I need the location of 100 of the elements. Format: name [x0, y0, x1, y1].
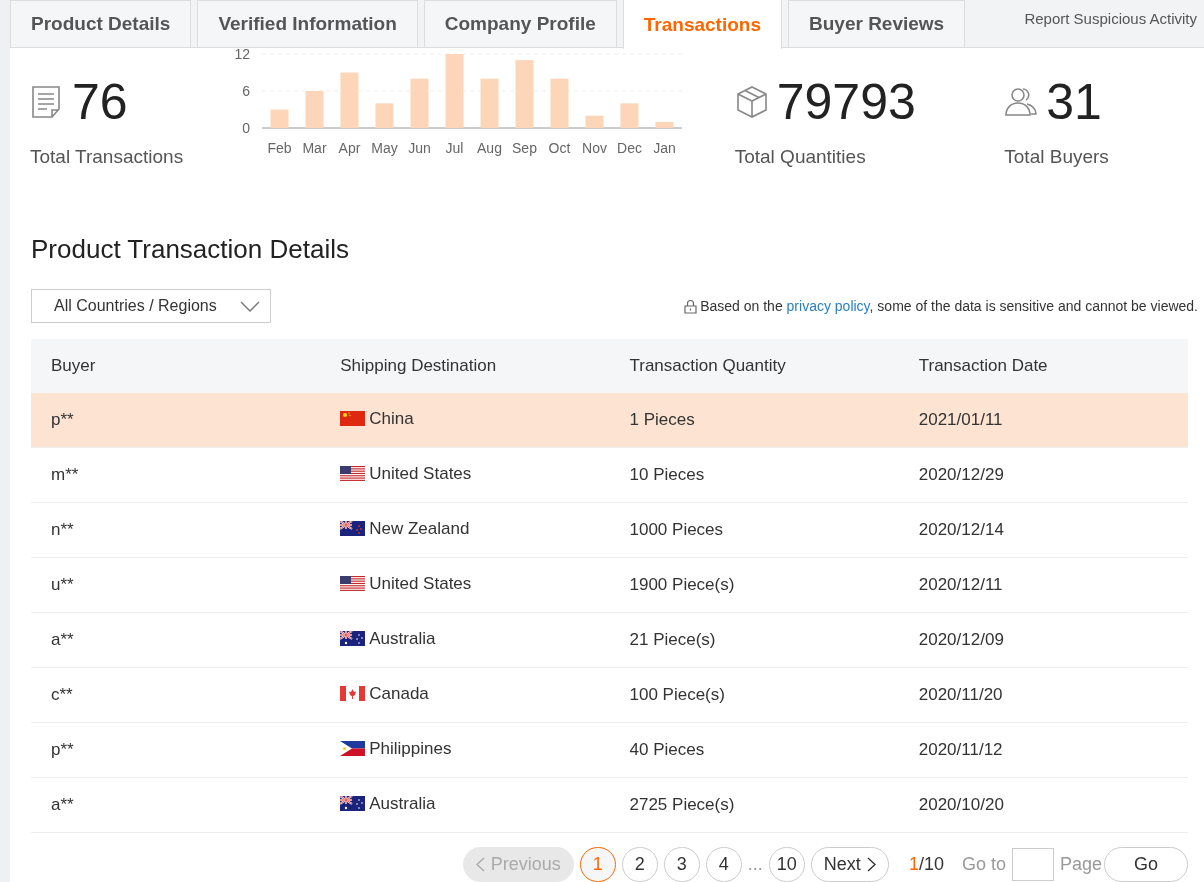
stat-label: Total Quantities: [734, 146, 867, 168]
axis-category-label: Feb: [267, 140, 292, 156]
axis-category-label: Oct: [548, 140, 571, 156]
quantity-cell: 10 Pieces: [609, 447, 899, 503]
section-title: Product Transaction Details: [31, 234, 350, 265]
stat-label: Total Transactions: [30, 146, 185, 168]
chevron-right-icon: [866, 857, 876, 872]
date-cell: 2020/11/12: [898, 722, 1188, 778]
buyer-cell: c**: [31, 667, 321, 723]
chart-bar: [375, 103, 394, 128]
quantity-cell: 100 Piece(s): [609, 667, 899, 723]
destination-text: Australia: [369, 628, 436, 649]
stat-value: 31: [1046, 76, 1102, 128]
chart-bar: [480, 78, 499, 128]
quantity-cell: 40 Pieces: [609, 722, 899, 778]
new-zealand-flag-icon: [340, 521, 366, 537]
quantity-cell: 1900 Piece(s): [609, 557, 899, 613]
date-cell: 2020/12/14: [898, 502, 1188, 558]
column-header: Transaction Quantity: [609, 339, 899, 393]
axis-category-label: Aug: [476, 140, 502, 156]
buyer-cell: a**: [31, 612, 321, 668]
buyer-cell: m**: [31, 447, 321, 503]
date-cell: 2020/10/20: [898, 777, 1188, 833]
page-button[interactable]: 2: [621, 847, 658, 882]
go-button[interactable]: Go: [1104, 847, 1188, 882]
tab[interactable]: Product Details: [10, 0, 192, 47]
chart-bar: [550, 78, 569, 128]
philippines-flag-icon: [340, 741, 366, 757]
buyer-cell: p**: [31, 393, 321, 448]
column-header: Transaction Date: [898, 339, 1188, 393]
date-cell: 2020/12/11: [898, 557, 1188, 613]
date-cell: 2020/11/20: [898, 667, 1188, 723]
column-header: Shipping Destination: [320, 339, 610, 393]
quantity-cell: 2725 Piece(s): [609, 777, 899, 833]
destination-text: Canada: [369, 683, 429, 704]
quantity-cell: 1 Pieces: [609, 393, 899, 448]
axis-category-label: Jan: [652, 140, 676, 156]
current-page: 1: [908, 854, 919, 874]
chart-bar: [410, 78, 429, 128]
country-dropdown[interactable]: All Countries / Regions: [31, 289, 271, 323]
canada-flag-icon: [340, 686, 366, 702]
destination-text: China: [369, 408, 414, 429]
tab[interactable]: Buyer Reviews: [788, 0, 966, 47]
goto-label: Go to: [961, 854, 1006, 875]
chart-bar: [305, 91, 324, 128]
stat-label: Total Buyers: [1004, 146, 1110, 168]
axis-category-label: Nov: [581, 140, 607, 156]
china-flag-icon: [340, 411, 366, 427]
axis-category-label: Dec: [616, 140, 642, 156]
australia-flag-icon: [340, 796, 366, 812]
buyer-cell: u**: [31, 557, 321, 613]
buyer-cell: a**: [31, 777, 321, 833]
column-header: Buyer: [31, 339, 321, 393]
lock-icon: [684, 298, 698, 314]
buyer-cell: p**: [31, 722, 321, 778]
privacy-policy-link[interactable]: privacy policy: [786, 298, 870, 314]
stat-value: 79793: [776, 76, 916, 128]
destination-text: New Zealand: [369, 518, 470, 539]
destination-text: Philippines: [369, 738, 452, 759]
report-link[interactable]: Report Suspicious Activity: [1024, 10, 1197, 27]
axis-tick-label: 12: [234, 48, 250, 62]
chart-bar: [655, 121, 674, 128]
date-cell: 2021/01/11: [898, 393, 1188, 448]
tab[interactable]: Verified Information: [197, 0, 418, 47]
chart-bar: [620, 103, 639, 128]
total-pages: /10: [918, 854, 944, 874]
page-button[interactable]: 3: [663, 847, 700, 882]
axis-category-label: Jul: [445, 140, 464, 156]
destination-text: Australia: [369, 793, 436, 814]
axis-tick-label: 6: [241, 83, 250, 99]
quantity-cell: 21 Piece(s): [609, 612, 899, 668]
date-cell: 2020/12/29: [898, 447, 1188, 503]
axis-category-label: Mar: [302, 140, 327, 156]
axis-tick-label: 0: [241, 120, 250, 136]
chart-bar: [585, 115, 604, 128]
axis-category-label: May: [371, 140, 398, 156]
page-button[interactable]: 10: [768, 847, 805, 882]
page-ellipsis: ...: [747, 854, 763, 875]
date-cell: 2020/12/09: [898, 612, 1188, 668]
axis-category-label: Sep: [511, 140, 537, 156]
buyer-cell: n**: [31, 502, 321, 558]
us-flag-icon: [340, 576, 366, 592]
chevron-left-icon: [475, 857, 485, 872]
page-label: Page: [1059, 854, 1102, 875]
axis-category-label: Jun: [407, 140, 431, 156]
box-icon: [734, 84, 769, 120]
chevron-down-icon: [240, 300, 260, 312]
chart-bar: [270, 109, 289, 128]
us-flag-icon: [340, 466, 366, 482]
destination-text: United States: [369, 463, 472, 484]
quantity-cell: 1000 Pieces: [609, 502, 899, 558]
australia-flag-icon: [340, 631, 366, 647]
privacy-notice: Based on the privacy policy, some of the data is sensitive and cannot be viewed.: [700, 298, 1198, 314]
tab[interactable]: Company Profile: [423, 0, 617, 47]
destination-text: United States: [369, 573, 472, 594]
chart-bar: [515, 60, 534, 128]
page-button[interactable]: 4: [705, 847, 742, 882]
next-button[interactable]: Next: [810, 847, 889, 882]
page-input[interactable]: [1011, 848, 1054, 881]
stat-value: 76: [72, 76, 128, 128]
